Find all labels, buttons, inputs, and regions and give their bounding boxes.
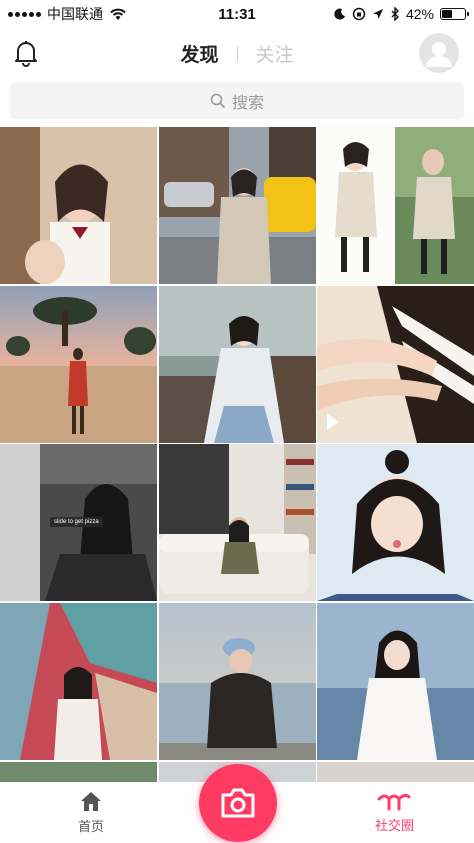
moon-icon <box>334 8 345 20</box>
home-icon <box>81 792 101 811</box>
search-placeholder: 搜索 <box>231 94 264 112</box>
tab-divider <box>236 45 238 62</box>
photo-tile[interactable] <box>0 762 157 782</box>
photo-tile[interactable] <box>317 127 474 284</box>
tab-follow[interactable]: 关注 <box>256 40 294 67</box>
top-nav: 发现 关注 <box>0 28 474 78</box>
photo-tile[interactable] <box>317 285 474 443</box>
camera-icon <box>221 788 255 818</box>
avatar[interactable] <box>419 33 459 73</box>
status-bar: 中国联通 11:31 42% <box>0 0 474 28</box>
nav-social[interactable]: 社交圈 <box>375 791 414 834</box>
battery-fill <box>442 10 453 18</box>
battery-percent: 42% <box>405 6 434 22</box>
orientation-lock-icon <box>352 7 366 21</box>
photo-tile[interactable] <box>317 444 474 601</box>
photo-grid <box>0 127 474 760</box>
nav-home[interactable]: 首页 <box>78 790 104 835</box>
nav-home-label: 首页 <box>78 819 105 834</box>
photo-tile[interactable] <box>158 602 316 760</box>
tab-discover[interactable]: 发现 <box>180 40 218 67</box>
photo-tile[interactable] <box>0 285 157 443</box>
search-bar[interactable]: 搜索 <box>10 82 464 119</box>
photo-tile[interactable] <box>0 127 157 284</box>
photo-tile[interactable] <box>158 285 316 443</box>
photo-tile[interactable] <box>317 602 474 760</box>
bluetooth-icon <box>391 7 399 21</box>
user-placeholder-icon <box>426 42 452 67</box>
photo-tile[interactable] <box>0 602 157 760</box>
search-icon <box>210 93 226 108</box>
photo-tile[interactable] <box>158 444 316 601</box>
camera-button[interactable] <box>199 764 277 842</box>
nav-social-label: 社交圈 <box>374 818 414 833</box>
battery-icon <box>440 8 469 20</box>
location-icon <box>372 9 383 19</box>
signal-icon <box>8 11 41 17</box>
wifi-icon <box>110 8 126 20</box>
photo-tile[interactable] <box>317 762 474 782</box>
social-logo-icon <box>377 793 411 811</box>
sticker-caption: slide to get pizza <box>50 517 103 527</box>
carrier-label: 中国联通 <box>47 6 103 22</box>
photo-tile[interactable] <box>158 127 316 284</box>
